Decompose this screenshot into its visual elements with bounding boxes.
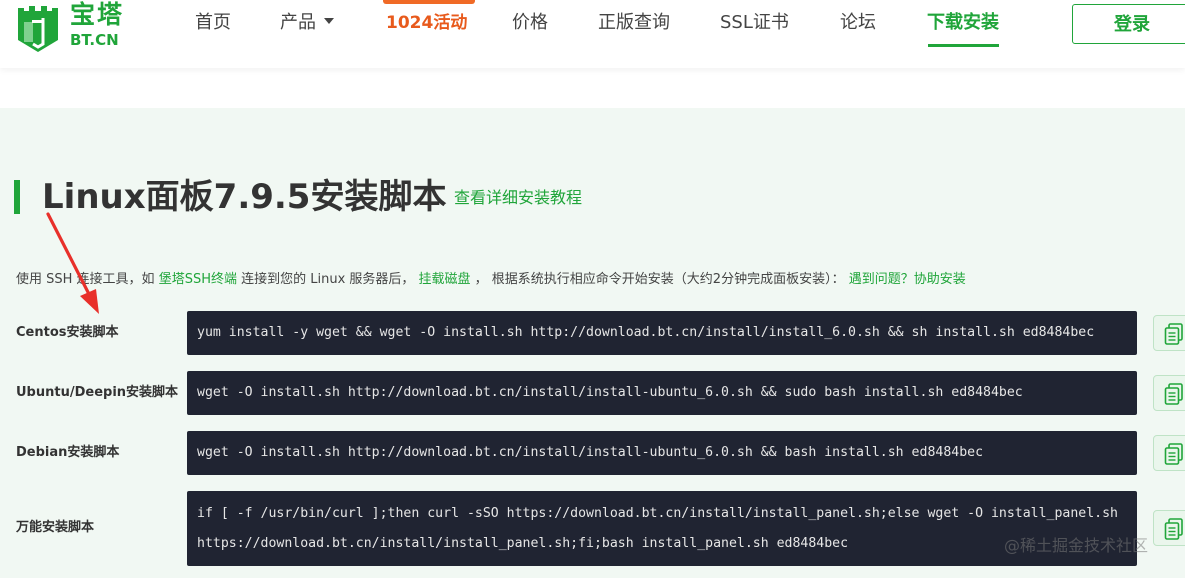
tutorial-link[interactable]: 查看详细安装教程 (454, 187, 582, 209)
copy-icon (1164, 518, 1183, 540)
nav-products[interactable]: 产品 (280, 10, 334, 36)
copy-icon (1164, 383, 1183, 405)
shield-logo-icon (18, 6, 58, 52)
nav-active-indicator (928, 44, 999, 47)
install-section: Linux面板7.9.5安装脚本 查看详细安装教程 使用 SSH 连接工具，如 … (0, 108, 1185, 578)
logo-text-cn: 宝塔 (70, 0, 125, 29)
watermark: @稀土掘金技术社区 (1004, 536, 1149, 555)
nav-products-label: 产品 (280, 12, 316, 33)
logo-text-en: BT.CN (70, 31, 119, 49)
code-line: yum install -y wget && wget -O install.s… (197, 325, 1095, 340)
install-description: 使用 SSH 连接工具，如 堡塔SSH终端 连接到您的 Linux 服务器后， … (16, 270, 966, 290)
nav-pricing[interactable]: 价格 (512, 10, 548, 36)
copy-icon (1164, 323, 1183, 345)
script-code-centos[interactable]: yum install -y wget && wget -O install.s… (187, 311, 1137, 355)
copy-button-debian[interactable] (1153, 435, 1185, 471)
mount-disk-link[interactable]: 挂载磁盘 (419, 272, 471, 287)
help-install-link[interactable]: 遇到问题？协助安装 (849, 272, 966, 287)
title-accent-bar (14, 180, 20, 214)
script-code-universal[interactable]: if [ -f /usr/bin/curl ];then curl -sSO h… (187, 491, 1137, 566)
code-line: wget -O install.sh http://download.bt.cn… (197, 445, 984, 460)
code-line: https://download.bt.cn/install/install_p… (197, 536, 849, 551)
script-label-universal: 万能安装脚本 (16, 520, 95, 535)
code-line: if [ -f /usr/bin/curl ];then curl -sSO h… (197, 506, 1118, 521)
copy-button-universal[interactable] (1153, 510, 1185, 546)
nav-download-install[interactable]: 下载安装 (927, 10, 999, 36)
copy-icon (1164, 443, 1183, 465)
desc-text-1: 使用 SSH 连接工具，如 (16, 272, 159, 287)
code-line: wget -O install.sh http://download.bt.cn… (197, 385, 1023, 400)
script-code-ubuntu[interactable]: wget -O install.sh http://download.bt.cn… (187, 371, 1137, 415)
nav-ssl[interactable]: SSL证书 (720, 10, 789, 36)
script-label-ubuntu: Ubuntu/Deepin安装脚本 (16, 385, 179, 400)
script-label-centos: Centos安装脚本 (16, 325, 119, 340)
script-code-debian[interactable]: wget -O install.sh http://download.bt.cn… (187, 431, 1137, 475)
ssh-terminal-link[interactable]: 堡塔SSH终端 (159, 272, 237, 287)
copy-button-ubuntu[interactable] (1153, 375, 1185, 411)
copy-button-centos[interactable] (1153, 315, 1185, 351)
promo-highlight-bar (383, 0, 475, 4)
site-header: 宝塔 BT.CN 首页 产品 1024活动 价格 正版查询 SSL证书 论坛 下… (0, 0, 1185, 68)
login-button[interactable]: 登录 (1072, 4, 1185, 44)
nav-1024-promo[interactable]: 1024活动 (386, 10, 467, 36)
script-label-debian: Debian安装脚本 (16, 445, 120, 460)
nav-home[interactable]: 首页 (195, 10, 231, 36)
page-title: Linux面板7.9.5安装脚本 (42, 177, 447, 217)
site-logo[interactable]: 宝塔 BT.CN (14, 0, 124, 56)
chevron-down-icon (324, 18, 334, 24)
nav-license-check[interactable]: 正版查询 (598, 10, 670, 36)
nav-forum[interactable]: 论坛 (840, 10, 876, 36)
desc-text-3: ， 根据系统执行相应命令开始安装（大约2分钟完成面板安装）： (470, 272, 849, 287)
desc-text-2: 连接到您的 Linux 服务器后， (236, 272, 419, 287)
